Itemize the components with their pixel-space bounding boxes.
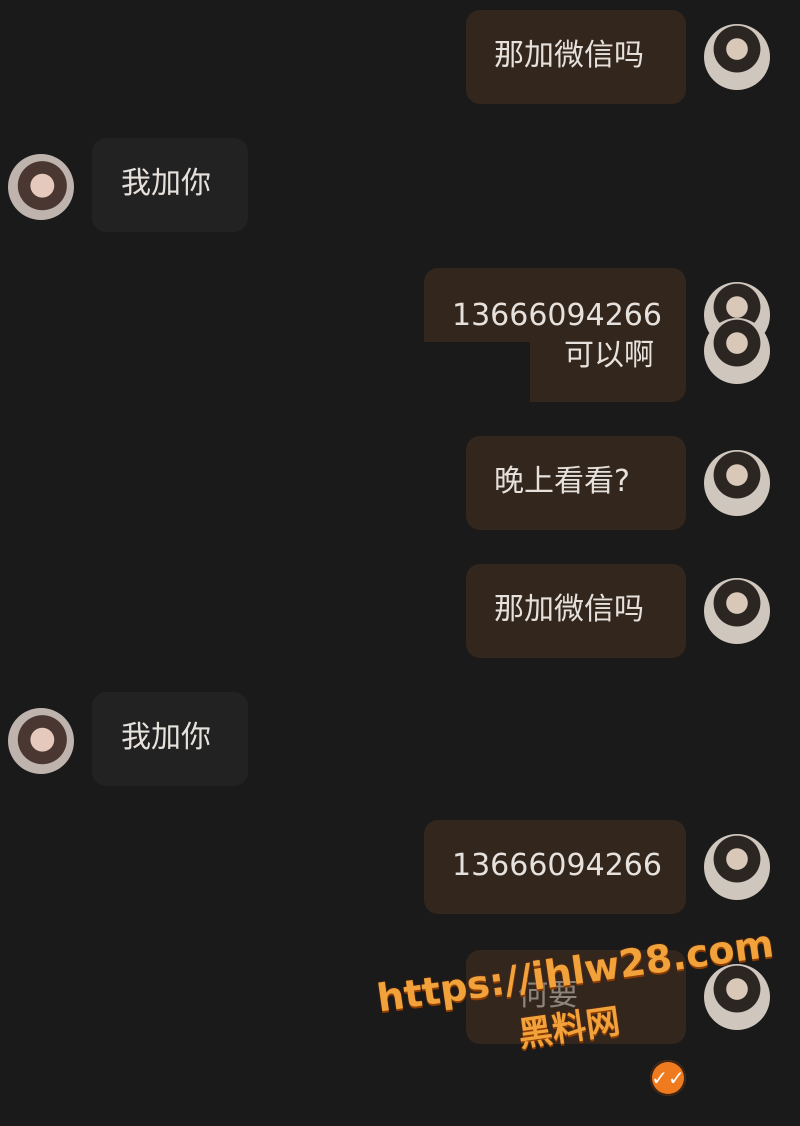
avatar[interactable] (704, 834, 770, 900)
message-text: 何要 (518, 978, 578, 1013)
message-text: 晚上看看? (494, 464, 630, 499)
message-bubble[interactable]: 那加微信吗 (466, 10, 686, 104)
message-bubble[interactable]: 13666094266 (424, 820, 686, 914)
message-text: 那加微信吗 (494, 592, 644, 627)
message-bubble[interactable]: 何要 (466, 950, 686, 1044)
avatar[interactable] (704, 578, 770, 644)
double-check-icon[interactable]: ✓✓ (650, 1060, 686, 1096)
rendering-glitch (424, 342, 530, 402)
avatar[interactable] (8, 708, 74, 774)
message-bubble[interactable]: 我加你 (92, 138, 248, 232)
message-text: 那加微信吗 (494, 38, 644, 73)
message-bubble[interactable]: 我加你 (92, 692, 248, 786)
message-bubble[interactable]: 晚上看看? (466, 436, 686, 530)
avatar[interactable] (704, 318, 770, 384)
message-text: 13666094266 (452, 298, 662, 333)
message-text: 我加你 (121, 720, 211, 755)
avatar[interactable] (8, 154, 74, 220)
message-text: 13666094266 (452, 848, 662, 883)
avatar[interactable] (704, 450, 770, 516)
avatar[interactable] (704, 24, 770, 90)
message-text: 我加你 (121, 166, 211, 201)
avatar[interactable] (704, 964, 770, 1030)
message-bubble[interactable]: 那加微信吗 (466, 564, 686, 658)
